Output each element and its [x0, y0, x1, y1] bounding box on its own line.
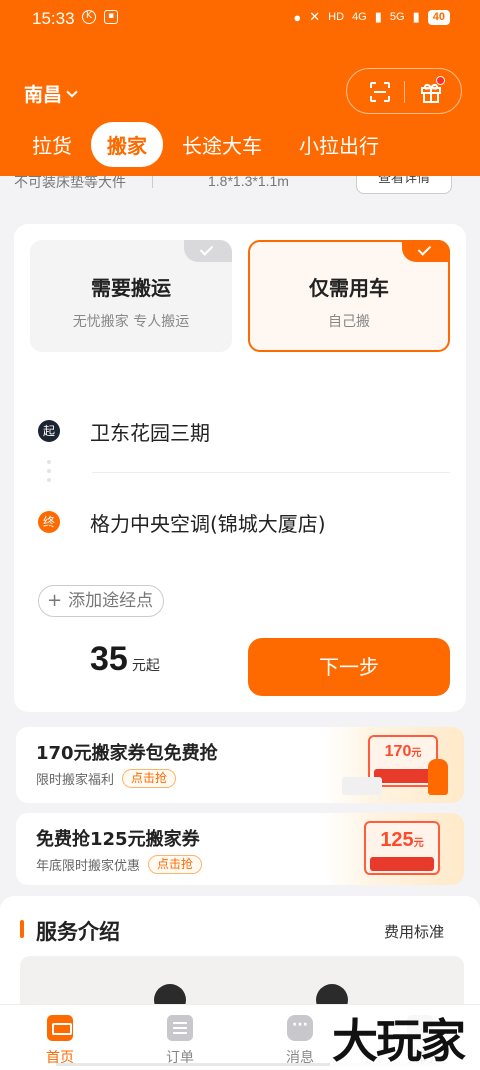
price-display: 35 元起	[90, 640, 160, 679]
truck-illustration	[342, 777, 382, 795]
k-app-icon: K	[82, 10, 96, 24]
promo-title: 免费抢125元搬家券	[36, 829, 200, 850]
ticket-value: 125	[380, 829, 414, 851]
mute-icon: ✕	[309, 9, 321, 24]
promo-illustration: 170元	[324, 727, 464, 803]
status-time: 15:33	[32, 9, 75, 28]
promo-sub: 限时搬家福利 点击抢	[36, 769, 177, 788]
start-badge: 起	[38, 420, 60, 442]
nav-home[interactable]: 首页	[20, 1015, 100, 1067]
app-header: 15:33 K ▪ ● ✕ HD 4G ▮ 5G ▮ 40 南昌 拉货 搬家 长…	[0, 0, 480, 176]
promo-subtitle: 年底限时搬家优惠	[36, 859, 141, 874]
status-bar: 15:33 K ▪ ● ✕ HD 4G ▮ 5G ▮ 40	[0, 0, 480, 38]
address-divider	[92, 472, 450, 473]
city-selector[interactable]: 南昌	[24, 80, 78, 107]
promo-chip[interactable]: 点击抢	[148, 855, 203, 874]
price-unit: 元起	[131, 658, 160, 674]
tab-xiaola[interactable]: 小拉出行	[299, 130, 379, 159]
end-badge: 终	[38, 511, 60, 533]
coupon-ticket: 125元	[364, 821, 440, 875]
order-card: 需要搬运 无忧搬家 专人搬运 仅需用车 自己搬 起 卫东花园三期 终 格力中央空…	[14, 224, 466, 712]
gift-badge-dot	[436, 76, 445, 85]
notification-icon: ▪	[104, 10, 118, 24]
ticket-unit: 元	[411, 748, 422, 759]
vehicle-info-peek: 不可装床垫等大件 1.8*1.3*1.1m 查看详情	[0, 176, 480, 198]
battery-level: 40	[427, 9, 450, 25]
option-need-carry[interactable]: 需要搬运 无忧搬家 专人搬运	[30, 240, 232, 352]
order-doc-icon	[167, 1015, 193, 1041]
location-icon: ●	[293, 9, 302, 25]
check-icon	[417, 242, 432, 256]
signal-5g: 5G	[389, 11, 405, 23]
tool-divider	[404, 81, 405, 103]
hd-label: HD	[328, 11, 345, 23]
signal-4g: 4G	[352, 11, 367, 23]
tab-changtu[interactable]: 长途大车	[182, 130, 262, 159]
nav-messages[interactable]: 消息	[260, 1015, 340, 1067]
plus-icon: +	[47, 590, 63, 611]
ticket-ribbon	[374, 769, 432, 783]
signal-icon: ▮	[374, 9, 382, 24]
option-subtitle: 无忧搬家 专人搬运	[72, 314, 190, 330]
promo-chip[interactable]: 点击抢	[122, 769, 177, 788]
section-accent-bar	[20, 920, 24, 938]
mover-illustration	[428, 759, 448, 795]
scan-icon[interactable]	[369, 81, 391, 103]
header-tools	[346, 68, 462, 114]
city-name: 南昌	[24, 84, 63, 106]
ticket-unit: 元	[413, 838, 424, 849]
status-right: ● ✕ HD 4G ▮ 5G ▮ 40	[293, 9, 450, 25]
vehicle-note: 不可装床垫等大件	[14, 176, 126, 191]
chevron-down-icon	[66, 85, 78, 98]
promo-card-2[interactable]: 免费抢125元搬家券 年底限时搬家优惠 点击抢 125元	[16, 813, 464, 885]
option-subtitle: 自己搬	[328, 314, 370, 330]
promo-subtitle: 限时搬家福利	[36, 773, 115, 788]
option-check-corner	[402, 240, 450, 262]
section-title: 服务介绍	[36, 920, 120, 944]
home-truck-icon	[47, 1015, 73, 1041]
tab-lahuo[interactable]: 拉货	[32, 130, 72, 159]
watermark-logo: 大玩家	[330, 1014, 466, 1068]
promo-card-1[interactable]: 170元搬家券包免费抢 限时搬家福利 点击抢 170元	[16, 727, 464, 803]
end-address: 格力中央空调(锦城大厦店)	[90, 512, 326, 536]
promo-illustration: 125元	[324, 813, 464, 885]
add-waypoint-button[interactable]: + 添加途经点	[38, 585, 165, 617]
promo-sub: 年底限时搬家优惠 点击抢	[36, 855, 203, 874]
ticket-ribbon	[370, 857, 434, 871]
next-step-button[interactable]: 下一步	[248, 638, 450, 696]
peek-divider	[152, 176, 153, 188]
promo-title: 170元搬家券包免费抢	[36, 743, 218, 764]
check-icon	[199, 242, 214, 256]
add-waypoint-label: 添加途经点	[68, 591, 154, 611]
option-title: 需要搬运	[91, 276, 171, 300]
details-button[interactable]: 查看详情	[356, 176, 452, 194]
tab-banjia[interactable]: 搬家	[91, 122, 163, 167]
service-tabs: 拉货 搬家 长途大车 小拉出行	[0, 120, 480, 168]
message-icon	[287, 1015, 313, 1041]
price-amount: 35	[90, 640, 128, 678]
option-title: 仅需用车	[309, 276, 389, 300]
vehicle-size: 1.8*1.3*1.1m	[208, 176, 289, 189]
nav-orders[interactable]: 订单	[140, 1015, 220, 1067]
start-address: 卫东花园三期	[90, 421, 210, 445]
route-dots	[47, 460, 51, 492]
signal-icon-2: ▮	[412, 9, 420, 24]
option-vehicle-only[interactable]: 仅需用车 自己搬	[248, 240, 450, 352]
ticket-value: 170	[384, 743, 412, 760]
option-check-corner	[184, 240, 232, 262]
